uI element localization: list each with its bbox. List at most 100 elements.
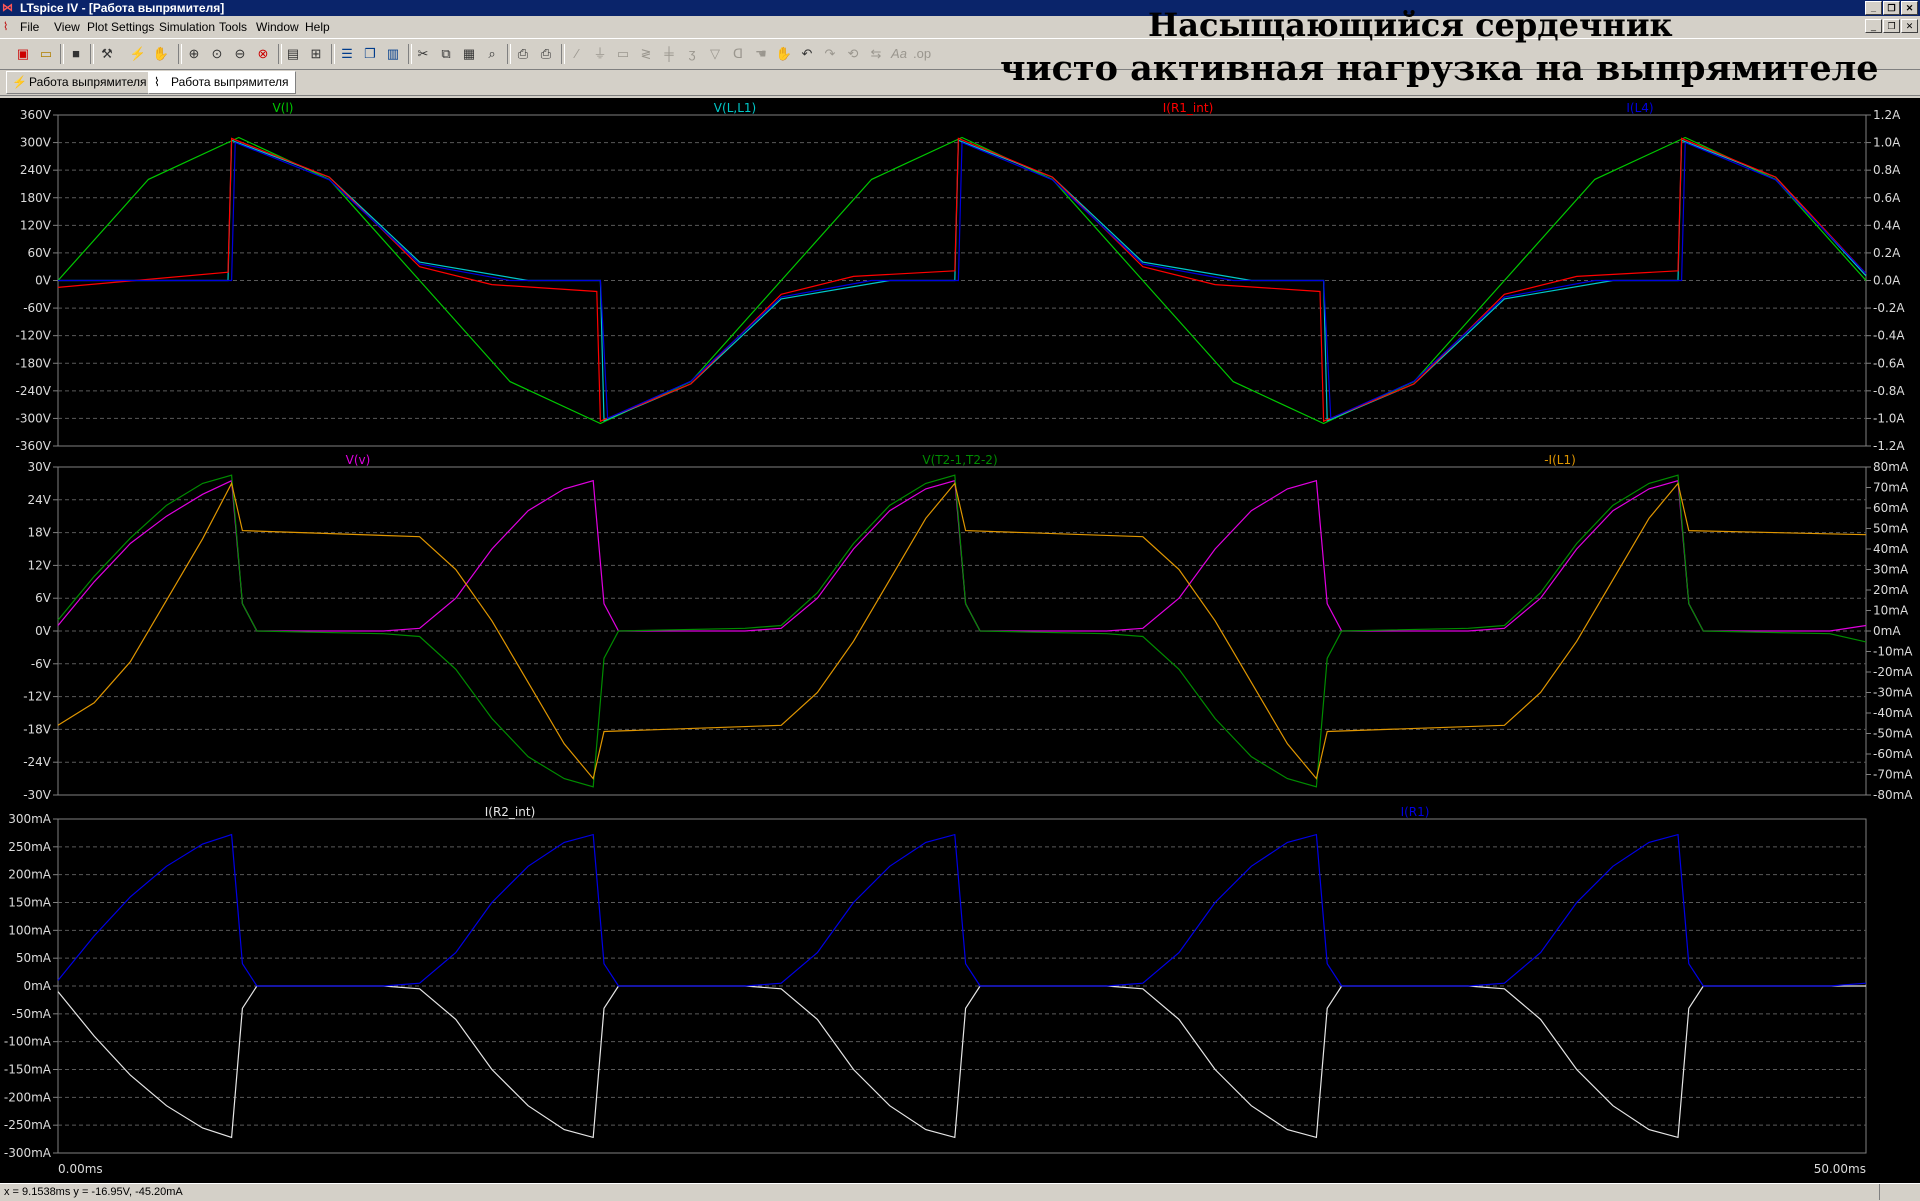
spice-directive-icon[interactable]: .op: [913, 45, 931, 63]
trace-label: I(R1): [1401, 805, 1430, 819]
y2-tick-label: 80mA: [1873, 460, 1909, 474]
save-icon[interactable]: ■: [67, 45, 85, 63]
cut-icon[interactable]: ✂: [414, 45, 432, 63]
trace-label: V(v): [346, 453, 371, 467]
wire-icon[interactable]: ∕: [568, 45, 586, 63]
zoom-out-icon[interactable]: ⊖: [231, 45, 249, 63]
mirror-icon[interactable]: ⇆: [867, 45, 885, 63]
text-icon[interactable]: Aa: [890, 45, 908, 63]
menu-simulation[interactable]: Simulation: [159, 20, 215, 34]
y2-tick-label: 1.2A: [1873, 108, 1901, 122]
ground-icon[interactable]: ⏚: [591, 45, 609, 63]
status-grip: [1879, 1184, 1920, 1200]
y-tick-label: -240V: [16, 384, 52, 398]
copy-icon[interactable]: ⧉: [437, 45, 455, 63]
document-tabs: ⚡ Работа выпрямителя ⌇ Работа выпрямител…: [0, 69, 1920, 96]
status-bar: x = 9.1538ms y = -16.95V, -45.20mA: [0, 1183, 1920, 1201]
y2-tick-label: -40mA: [1873, 706, 1913, 720]
y-tick-label: -180V: [16, 356, 52, 370]
y-tick-label: 100mA: [8, 923, 52, 937]
y-tick-label: -18V: [23, 722, 52, 736]
annotation-title: Насыщающийся сердечник: [1148, 6, 1673, 44]
drag-icon[interactable]: ✋: [775, 45, 793, 63]
menu-view[interactable]: View: [54, 20, 80, 34]
minimize-button[interactable]: _: [1865, 1, 1882, 15]
cascade-icon[interactable]: ❐: [361, 45, 379, 63]
tab-waveform[interactable]: ⌇ Работа выпрямителя: [148, 71, 296, 94]
y-tick-label: 300mA: [8, 812, 52, 826]
y2-tick-label: 0.6A: [1873, 191, 1901, 205]
waveform-icon: ⌇: [154, 75, 160, 89]
tab-schematic[interactable]: ⚡ Работа выпрямителя: [6, 71, 154, 94]
trace-label: -I(L1): [1544, 453, 1576, 467]
diode-icon[interactable]: ▽: [706, 45, 724, 63]
y2-tick-label: 70mA: [1873, 481, 1909, 495]
move-icon[interactable]: ☚: [752, 45, 770, 63]
waveform-icon[interactable]: ⌇: [3, 20, 15, 33]
menu-help[interactable]: Help: [305, 20, 330, 34]
y-tick-label: 18V: [28, 526, 52, 540]
y2-tick-label: -20mA: [1873, 665, 1913, 679]
tile-vertical-icon[interactable]: ▥: [384, 45, 402, 63]
fit-icon[interactable]: ⊞: [307, 45, 325, 63]
mdi-minimize-button[interactable]: _: [1865, 19, 1882, 33]
autorange-icon[interactable]: ▤: [284, 45, 302, 63]
trace-i-r2-int-: [57, 985, 1866, 1139]
tab-label: Работа выпрямителя: [29, 75, 147, 89]
print-preview-icon[interactable]: ⎙: [514, 45, 532, 63]
trace-i-r1-int-: [57, 137, 1867, 423]
y2-tick-label: -60mA: [1873, 747, 1913, 761]
menu-file[interactable]: File: [20, 20, 39, 34]
y2-tick-label: -80mA: [1873, 788, 1913, 802]
y2-tick-label: -10mA: [1873, 645, 1913, 659]
undo-icon[interactable]: ↶: [798, 45, 816, 63]
component-icon[interactable]: ᗡ: [729, 45, 747, 63]
close-button[interactable]: ✕: [1901, 1, 1918, 15]
y2-tick-label: 0.0A: [1873, 274, 1901, 288]
y-tick-label: -360V: [16, 439, 52, 453]
schematic-icon: ⚡: [12, 75, 27, 89]
zoom-area-icon[interactable]: ⊙: [208, 45, 226, 63]
inductor-icon[interactable]: ʒ: [683, 45, 701, 63]
y-tick-label: 30V: [28, 460, 52, 474]
run-icon[interactable]: ⚡: [129, 45, 147, 63]
y2-tick-label: -0.8A: [1873, 384, 1905, 398]
rotate-icon[interactable]: ⟲: [844, 45, 862, 63]
open-schematic-icon[interactable]: ▣: [14, 45, 32, 63]
y-tick-label: 6V: [35, 591, 52, 605]
restore-button[interactable]: ❐: [1883, 1, 1900, 15]
y-tick-label: 180V: [20, 191, 52, 205]
trace-label: V(T2-1,T2-2): [922, 453, 997, 467]
tab-label: Работа выпрямителя: [171, 75, 289, 89]
y-tick-label: 240V: [20, 163, 52, 177]
y2-tick-label: -0.6A: [1873, 356, 1905, 370]
plot-canvas[interactable]: 360V 300V 240V 180V 120V 60V 0V -60V -120V -180V -…: [0, 98, 1920, 1183]
tile-horizontal-icon[interactable]: ☰: [338, 45, 356, 63]
open-file-icon[interactable]: ▭: [37, 45, 55, 63]
mdi-close-button[interactable]: ✕: [1901, 19, 1918, 33]
y2-tick-label: 0.4A: [1873, 218, 1901, 232]
menu-tools[interactable]: Tools: [219, 20, 247, 34]
y-tick-label: -300mA: [4, 1146, 52, 1160]
waveform-viewer[interactable]: 360V 300V 240V 180V 120V 60V 0V -60V -120V -180V -…: [0, 98, 1920, 1183]
resistor-icon[interactable]: ≷: [637, 45, 655, 63]
menu-plot-settings[interactable]: Plot Settings: [87, 20, 154, 34]
redo-icon[interactable]: ↷: [821, 45, 839, 63]
y2-tick-label: 0.8A: [1873, 163, 1901, 177]
y-tick-label: 50mA: [16, 951, 52, 965]
y-tick-label: -300V: [16, 411, 52, 425]
control-panel-icon[interactable]: ⚒: [98, 45, 116, 63]
paste-icon[interactable]: ▦: [460, 45, 478, 63]
y-tick-label: 150mA: [8, 896, 52, 910]
zoom-in-icon[interactable]: ⊕: [185, 45, 203, 63]
y2-tick-label: -30mA: [1873, 686, 1913, 700]
zoom-cancel-icon[interactable]: ⊗: [254, 45, 272, 63]
find-icon[interactable]: ⌕: [483, 45, 501, 63]
capacitor-icon[interactable]: ╪: [660, 45, 678, 63]
trace-label: V(L,L1): [714, 101, 756, 115]
label-icon[interactable]: ▭: [614, 45, 632, 63]
menu-window[interactable]: Window: [256, 20, 299, 34]
mdi-restore-button[interactable]: ❐: [1883, 19, 1900, 33]
halt-icon[interactable]: ✋: [152, 45, 170, 63]
print-icon[interactable]: ⎙: [537, 45, 555, 63]
